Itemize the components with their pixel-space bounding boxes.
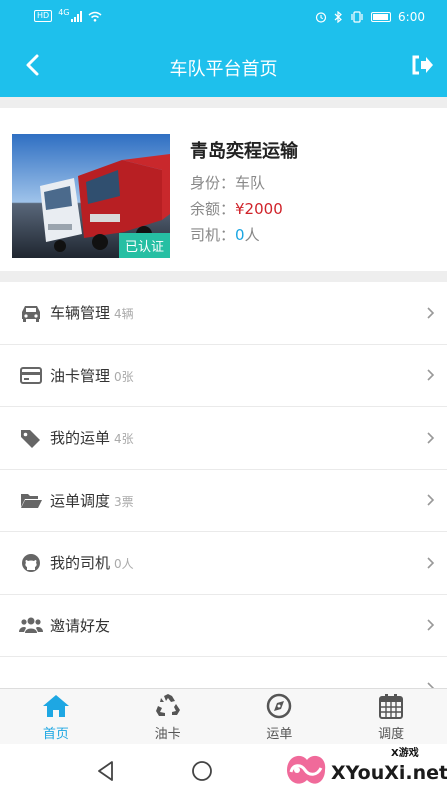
battery-icon: [371, 12, 392, 22]
calendar-icon: [379, 694, 404, 719]
identity-value: 车队: [235, 174, 266, 192]
menu-item-invite-friends[interactable]: 邀请好友: [0, 594, 447, 657]
watermark-tag: X游戏: [391, 748, 419, 759]
folder-open-icon: [21, 494, 42, 509]
menu-count: 3票: [114, 494, 134, 509]
menu-label: 车辆管理: [50, 304, 111, 323]
hd-indicator: HD: [34, 10, 53, 22]
page-title: 车队平台首页: [169, 59, 278, 80]
system-back-icon[interactable]: [96, 760, 116, 782]
site-watermark: X游戏 XYouXi.net: [281, 746, 447, 794]
signal-icon: [71, 10, 83, 22]
menu-item-my-waybills[interactable]: 我的运单 4张: [0, 407, 447, 470]
menu-label: 邀请好友: [50, 616, 111, 635]
tab-label: 油卡: [154, 727, 181, 742]
balance-label: 余额：: [190, 200, 236, 218]
menu-item-my-drivers[interactable]: 我的司机 0人: [0, 532, 447, 595]
menu-list: 车辆管理 4辆 油卡管理 0张 我的运单 4张 运单调度 3票 我的司机 0人 邀请好友: [0, 282, 447, 688]
users-icon: [19, 617, 43, 634]
menu-item-fuel-cards[interactable]: 油卡管理 0张: [0, 344, 447, 407]
tab-dispatch[interactable]: 调度: [335, 689, 447, 744]
tab-label: 首页: [42, 727, 69, 742]
vibrate-icon: [351, 11, 363, 23]
tab-bar: 首页 油卡 运单 调度: [0, 688, 447, 744]
tab-label: 调度: [378, 727, 405, 742]
app-header: HD 4G 6:00 车队平台首页: [0, 0, 447, 97]
menu-count: 4辆: [114, 307, 134, 322]
menu-label: 我的运单: [50, 429, 111, 448]
drivers-row: 司机：0人: [190, 224, 260, 245]
compass-icon: [267, 693, 292, 719]
menu-count: 4张: [114, 432, 134, 447]
identity-label: 身份：: [190, 174, 236, 192]
system-home-icon[interactable]: [191, 760, 213, 782]
card-icon: [20, 367, 42, 385]
home-icon: [42, 695, 69, 717]
chevron-right-icon: [427, 494, 435, 506]
chevron-right-icon: [427, 307, 435, 319]
chevron-right-icon: [427, 369, 435, 381]
balance-row: 余额：¥2000: [190, 198, 283, 219]
chevron-right-icon: [427, 619, 435, 631]
menu-item-vehicles[interactable]: 车辆管理 4辆: [0, 282, 447, 345]
watermark-logo: [287, 755, 326, 784]
identity-row: 身份：车队: [190, 172, 265, 193]
drivers-count: 0: [235, 226, 245, 244]
logout-icon[interactable]: [409, 52, 435, 78]
drivers-label: 司机：: [190, 226, 236, 244]
menu-label: 我的司机: [50, 554, 111, 573]
tab-fuel-card[interactable]: 油卡: [112, 689, 224, 744]
tags-icon: [21, 429, 40, 448]
watermark-brand: XYouXi.net: [331, 762, 447, 784]
alarm-icon: [315, 12, 327, 23]
company-photo: 已认证: [12, 134, 170, 258]
menu-count: 0张: [114, 369, 134, 384]
menu-item-partial[interactable]: [0, 657, 447, 688]
chevron-right-icon: [427, 682, 435, 688]
tab-home[interactable]: 首页: [0, 689, 112, 744]
status-bar: HD 4G 6:00: [0, 0, 447, 34]
tab-waybill[interactable]: 运单: [224, 689, 336, 744]
network-type: 4G: [58, 7, 70, 17]
wifi-icon: [89, 11, 102, 22]
menu-count: 0人: [114, 557, 134, 572]
menu-item-dispatch[interactable]: 运单调度 3票: [0, 469, 447, 532]
balance-value: ¥2000: [235, 200, 283, 218]
menu-label: 油卡管理: [50, 366, 111, 385]
bluetooth-icon: [334, 11, 342, 23]
tab-label: 运单: [266, 727, 293, 742]
company-name: 青岛奕程运输: [190, 141, 298, 162]
chevron-right-icon: [427, 432, 435, 444]
drivers-unit: 人: [244, 226, 260, 244]
status-time: 6:00: [398, 10, 425, 24]
github-icon: [22, 553, 40, 572]
car-icon: [22, 305, 40, 322]
menu-label: 运单调度: [50, 491, 111, 510]
verified-badge: 已认证: [118, 233, 170, 258]
recycle-icon: [155, 694, 180, 716]
chevron-right-icon: [427, 557, 435, 569]
